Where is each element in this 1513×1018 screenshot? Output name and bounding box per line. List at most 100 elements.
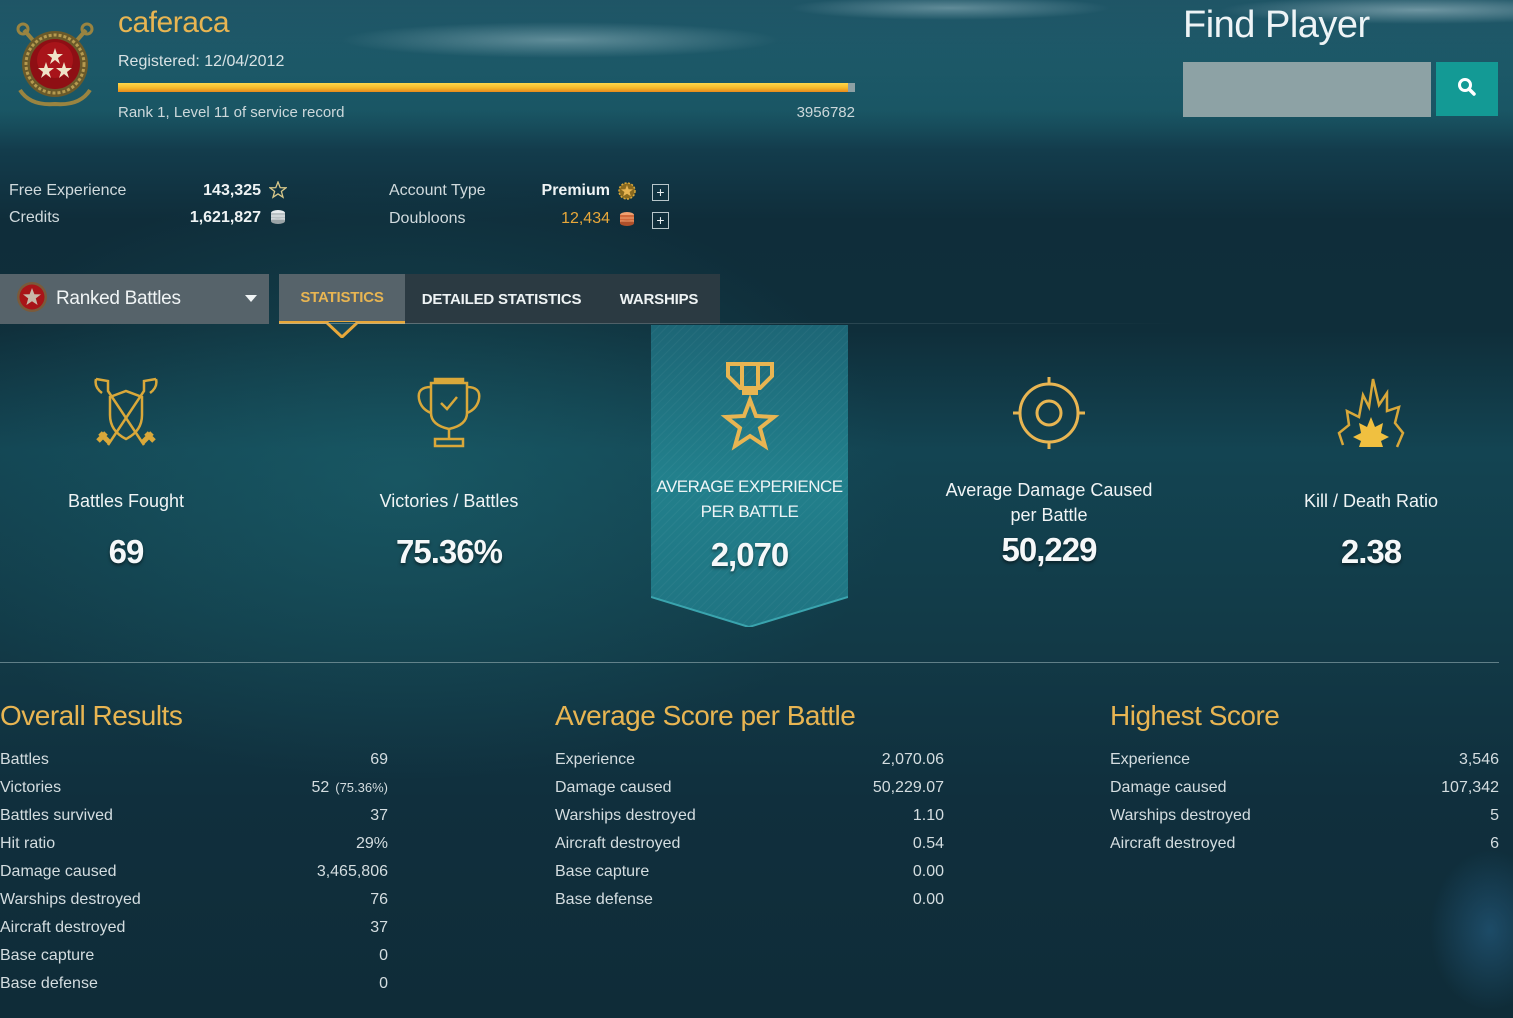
credits-label: Credits	[9, 209, 60, 226]
medal-star-icon	[712, 360, 788, 466]
row-value-text: 52	[311, 779, 330, 796]
rank-emblem-icon	[10, 20, 100, 108]
battle-mode-label: Ranked Battles	[56, 288, 181, 309]
row-value-text: 3,465,806	[316, 863, 388, 880]
row-label: Aircraft destroyed	[1110, 835, 1236, 852]
row-label: Aircraft destroyed	[555, 835, 681, 852]
table-row: Battles 69	[0, 746, 388, 774]
row-value: 0	[379, 975, 388, 993]
stat-label: AVERAGE EXPERIENCE PER BATTLE	[656, 477, 843, 521]
tab-warships[interactable]: WARSHIPS	[598, 274, 720, 324]
table-row: Warships destroyed 1.10	[555, 802, 944, 830]
table-row: Aircraft destroyed 37	[0, 914, 388, 942]
table-row: Battles survived 37	[0, 802, 388, 830]
ranked-star-icon	[16, 281, 48, 318]
tab-warships-label: WARSHIPS	[619, 290, 699, 308]
table-row: Base capture 0.00	[555, 858, 944, 886]
section-title: Highest Score	[1110, 700, 1280, 731]
buy-premium-button[interactable]: +	[652, 184, 669, 201]
row-value: 3,465,806	[317, 863, 388, 881]
table-row: Damage caused 3,465,806	[0, 858, 388, 886]
row-label: Warships destroyed	[555, 807, 696, 824]
tab-detailed-statistics[interactable]: DETAILED STATISTICS	[405, 274, 598, 324]
row-value-text: 29%	[355, 835, 388, 852]
row-value-text: 0	[379, 947, 388, 964]
table-row: Base defense 0	[0, 970, 388, 998]
highest-score-section: Highest Score Experience 3,546 Damage caus…	[1110, 700, 1499, 858]
tab-detailed-statistics-label: DETAILED STATISTICS	[421, 290, 582, 308]
doubloons-value: 12,434	[561, 210, 610, 227]
tab-statistics-label: STATISTICS	[300, 289, 384, 306]
row-value-extra: (75.36%)	[335, 780, 388, 795]
row-label: Damage caused	[0, 863, 117, 880]
row-label: Warships destroyed	[1110, 807, 1251, 824]
buy-doubloons-button[interactable]: +	[652, 212, 669, 229]
search-icon	[1457, 77, 1477, 102]
row-value-text: 50,229.07	[872, 779, 944, 796]
row-value-text: 76	[370, 891, 388, 908]
row-value-text: 0.00	[912, 891, 944, 908]
trophy-icon	[411, 375, 487, 451]
section-title: Average Score per Battle	[555, 700, 856, 731]
profile-tabs: STATISTICS DETAILED STATISTICS WARSHIPS	[279, 274, 720, 338]
table-row: Hit ratio 29%	[0, 830, 388, 858]
crosshair-icon	[1011, 375, 1087, 451]
service-record-xp: 3956782	[796, 104, 855, 121]
stat-value: 69	[108, 533, 145, 570]
crossed-swords-shield-icon	[88, 375, 164, 451]
free-experience-value: 143,325	[203, 182, 261, 199]
table-row: Warships destroyed 76	[0, 886, 388, 914]
row-value: 107,342	[1441, 779, 1499, 797]
stat-value: 75.36%	[396, 533, 503, 570]
doubloons-label: Doubloons	[389, 210, 466, 227]
row-label: Victories	[0, 779, 62, 796]
table-row: Experience 2,070.06	[555, 746, 944, 774]
row-label: Experience	[555, 751, 636, 768]
stat-kill-death-ratio: Kill / Death Ratio 2.38	[1271, 375, 1471, 571]
service-record-progress-fill	[118, 83, 848, 92]
row-value: 29%	[356, 835, 388, 853]
row-label: Experience	[1110, 751, 1191, 768]
row-value: 0.00	[913, 863, 944, 881]
row-label: Damage caused	[1110, 779, 1227, 796]
row-value-text: 0.54	[912, 835, 944, 852]
table-row: Experience 3,546	[1110, 746, 1499, 774]
stat-label: Victories / Battles	[379, 491, 519, 511]
row-value-text: 1.10	[912, 807, 944, 824]
row-value: 76	[370, 891, 388, 909]
table-row: Aircraft destroyed 6	[1110, 830, 1499, 858]
table-row: Warships destroyed 5	[1110, 802, 1499, 830]
account-type-label: Account Type	[389, 182, 486, 199]
player-name: caferaca	[118, 6, 230, 39]
free-experience-label: Free Experience	[9, 182, 127, 199]
section-divider	[0, 662, 1499, 663]
table-row: Base defense 0.00	[555, 886, 944, 914]
explosion-icon	[1333, 375, 1409, 451]
row-value-text: 107,342	[1441, 779, 1499, 796]
battle-mode-dropdown[interactable]: Ranked Battles	[0, 274, 269, 324]
stat-value: 2.38	[1340, 533, 1402, 570]
row-label: Battles	[0, 751, 49, 768]
find-player-title: Find Player	[1183, 4, 1370, 46]
row-label: Warships destroyed	[0, 891, 141, 908]
row-value-text: 3,546	[1458, 751, 1499, 768]
tab-statistics[interactable]: STATISTICS	[279, 274, 405, 338]
row-label: Base capture	[555, 863, 650, 880]
row-value: 37	[370, 919, 388, 937]
row-label: Base capture	[0, 947, 95, 964]
overall-results-section: Overall Results Battles 69 Victories 52 (75.…	[0, 700, 388, 998]
tabs-underline	[279, 323, 1179, 324]
row-value-text: 6	[1490, 835, 1499, 852]
account-type-value: Premium	[541, 182, 610, 199]
row-value-text: 0.00	[912, 863, 944, 880]
row-value-text: 37	[370, 807, 388, 824]
row-label: Aircraft destroyed	[0, 919, 126, 936]
credits-value: 1,621,827	[189, 209, 261, 226]
row-value: 0.54	[913, 835, 944, 853]
row-value: 0.00	[913, 891, 944, 909]
active-tab-indicator-icon	[326, 322, 358, 338]
row-label: Battles survived	[0, 807, 113, 824]
find-player-search-button[interactable]	[1436, 62, 1498, 116]
row-value: 2,070.06	[882, 751, 944, 769]
find-player-input[interactable]	[1183, 62, 1431, 117]
